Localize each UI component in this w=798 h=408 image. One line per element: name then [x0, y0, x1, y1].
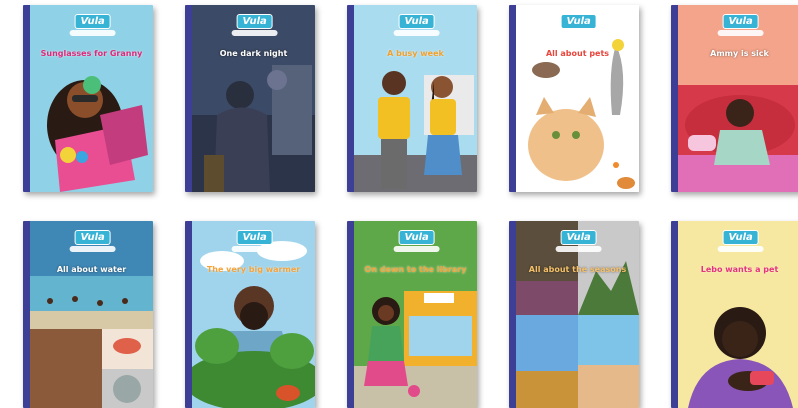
vula-logo: Vula	[555, 225, 602, 252]
book-spine	[185, 5, 192, 192]
book-cover-all-about-the-seasons[interactable]: Vula All about the seasons	[509, 221, 639, 408]
vula-logo: Vula	[231, 9, 278, 36]
vula-logo: Vula	[393, 9, 440, 36]
vula-logo: Vula	[717, 9, 764, 36]
book-spine	[509, 5, 516, 192]
book-spine	[347, 5, 354, 192]
book-spine	[347, 221, 354, 408]
book-title: Lebo wants a pet	[700, 265, 779, 274]
vula-logo: Vula	[69, 225, 116, 252]
book-spine	[185, 221, 192, 408]
book-cover-the-very-big-warmer[interactable]: Vula The very big warmer	[185, 221, 315, 408]
book-cover-on-down-to-the-library[interactable]: Vula On down to the library	[347, 221, 477, 408]
vula-logo: Vula	[555, 9, 602, 36]
vula-logo: Vula	[393, 225, 440, 252]
book-title: One dark night	[219, 49, 288, 58]
book-spine	[671, 221, 678, 408]
book-title: On down to the library	[364, 265, 467, 274]
book-cover-all-about-water[interactable]: Vula All about water	[23, 221, 153, 408]
book-title: Sunglasses for Granny	[40, 49, 143, 58]
vula-logo: Vula	[717, 225, 764, 252]
book-spine	[671, 5, 678, 192]
book-title: All about water	[56, 265, 127, 274]
book-cover-sunglasses-for-granny[interactable]: Vula Sunglasses for Granny	[23, 5, 153, 192]
book-title: All about pets	[545, 49, 610, 58]
book-cover-lebo-wants-a-pet[interactable]: Vula Lebo wants a pet	[671, 221, 798, 408]
book-cover-ammy-is-sick[interactable]: Vula Ammy is sick	[671, 5, 798, 192]
book-title: All about the seasons	[528, 265, 627, 274]
book-cover-grid: Vula Sunglasses for Granny Vula One dark…	[0, 0, 798, 408]
book-title: The very big warmer	[206, 265, 301, 274]
book-spine	[509, 221, 516, 408]
book-cover-all-about-pets[interactable]: Vula All about pets	[509, 5, 639, 192]
book-cover-one-dark-night[interactable]: Vula One dark night	[185, 5, 315, 192]
book-spine	[23, 5, 30, 192]
book-title: A busy week	[387, 49, 444, 58]
book-spine	[23, 221, 30, 408]
book-cover-a-busy-week[interactable]: Vula A busy week	[347, 5, 477, 192]
vula-logo: Vula	[231, 225, 278, 252]
book-title: Ammy is sick	[710, 49, 769, 58]
vula-logo: Vula	[69, 9, 116, 36]
